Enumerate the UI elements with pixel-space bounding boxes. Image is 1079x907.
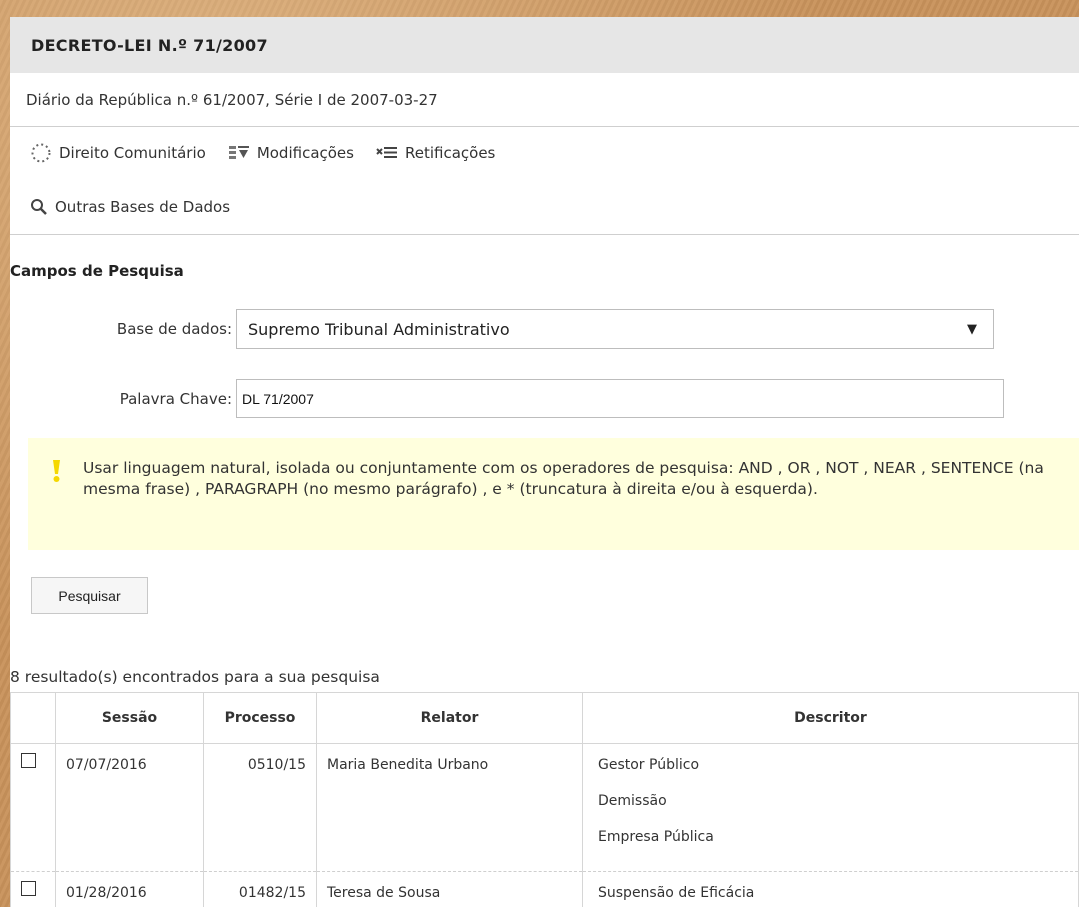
table-row: 01/28/2016 01482/15 Teresa de Sousa Susp… (10, 871, 1079, 907)
descritor-cell: Gestor Público Demissão Empresa Pública (582, 743, 1079, 872)
processo-link[interactable]: 0510/15 (205, 745, 315, 773)
column-header-processo[interactable]: Processo (203, 692, 317, 744)
page-subtitle: Diário da República n.º 61/2007, Série I… (10, 73, 1079, 127)
column-header-sessao[interactable]: Sessão (55, 692, 204, 744)
processo-cell: 0510/15 (203, 743, 317, 872)
database-select-value: Supremo Tribunal Administrativo (248, 319, 510, 339)
row-select-cell (10, 871, 56, 907)
keyword-input[interactable] (236, 379, 1004, 418)
processo-cell: 01482/15 (203, 871, 317, 907)
column-header-descritor[interactable]: Descritor (582, 692, 1079, 744)
descritor-item: Empresa Pública (598, 829, 714, 845)
sessao-cell: 07/07/2016 (55, 743, 204, 872)
relator-value: Maria Benedita Urbano (327, 757, 489, 773)
descritor-item: Suspensão de Eficácia (598, 885, 755, 901)
direito-comunitario-label: Direito Comunitário (59, 144, 206, 162)
search-section-title: Campos de Pesquisa (10, 262, 184, 280)
search-button[interactable]: Pesquisar (31, 577, 148, 614)
exclamation-icon (53, 460, 60, 482)
results-table: Sessão Processo Relator Descritor 07/07/… (10, 692, 1079, 907)
database-select[interactable]: Supremo Tribunal Administrativo ▼ (236, 309, 994, 349)
table-row: 07/07/2016 0510/15 Maria Benedita Urbano… (10, 743, 1079, 872)
modificacoes-link[interactable]: Modificações (228, 144, 354, 162)
relator-value: Teresa de Sousa (327, 885, 441, 901)
results-count: 8 resultado(s) encontrados para a sua pe… (10, 668, 380, 686)
outras-bases-label: Outras Bases de Dados (55, 197, 231, 216)
processo-link[interactable]: 01482/15 (205, 873, 315, 901)
row-checkbox[interactable] (21, 881, 36, 896)
close-list-icon (376, 146, 398, 160)
database-label: Base de dados: (116, 320, 232, 338)
content-panel: DECRETO-LEI N.º 71/2007 Diário da Repúbl… (10, 17, 1079, 907)
dropdown-arrow-icon: ▼ (967, 321, 977, 337)
descritor-item: Gestor Público (598, 757, 700, 773)
database-row: Base de dados: Supremo Tribunal Administ… (10, 309, 994, 349)
retificacoes-link[interactable]: Retificações (376, 144, 495, 162)
page-title: DECRETO-LEI N.º 71/2007 (10, 17, 1079, 73)
sessao-value: 07/07/2016 (66, 757, 147, 773)
dotted-circle-icon (30, 142, 52, 164)
direito-comunitario-link[interactable]: Direito Comunitário (30, 142, 206, 164)
search-icon (30, 198, 48, 216)
column-header-relator[interactable]: Relator (316, 692, 583, 744)
relator-cell: Teresa de Sousa (316, 871, 583, 907)
sessao-cell: 01/28/2016 (55, 871, 204, 907)
row-checkbox[interactable] (21, 753, 36, 768)
retificacoes-label: Retificações (404, 144, 496, 162)
links-row-2: Outras Bases de Dados (10, 179, 1079, 235)
relator-cell: Maria Benedita Urbano (316, 743, 583, 872)
keyword-label: Palavra Chave: (119, 389, 232, 408)
descritor-item: Demissão (598, 793, 667, 809)
descritor-cell: Suspensão de Eficácia (582, 871, 1079, 907)
row-select-cell (10, 743, 56, 872)
select-column-header (10, 692, 56, 744)
table-header-row: Sessão Processo Relator Descritor (10, 692, 1079, 744)
search-notice: Usar linguagem natural, isolada ou conju… (28, 438, 1079, 550)
links-row: Direito Comunitário Modificações Retific… (10, 127, 1079, 179)
notice-text: Usar linguagem natural, isolada ou conju… (83, 459, 1044, 498)
outras-bases-link[interactable]: Outras Bases de Dados (30, 198, 230, 216)
modificacoes-label: Modificações (256, 144, 354, 162)
keyword-row: Palavra Chave: (10, 379, 1004, 418)
modifications-icon (228, 144, 250, 162)
sessao-value: 01/28/2016 (66, 885, 147, 901)
